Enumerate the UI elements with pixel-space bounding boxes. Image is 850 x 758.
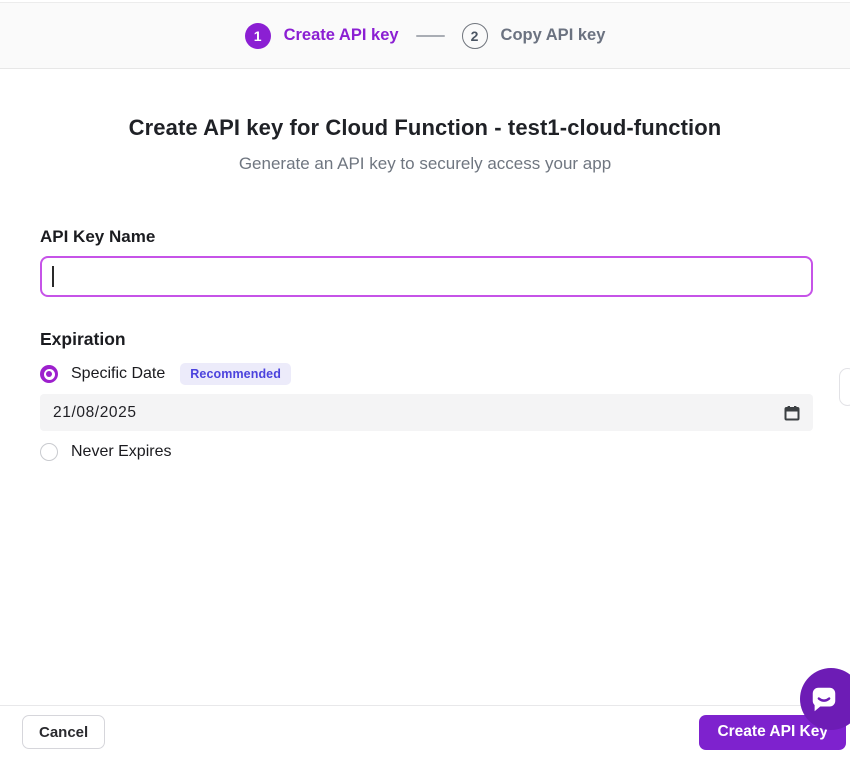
expiration-date-value: 21/08/2025 — [53, 404, 137, 422]
api-key-name-input[interactable] — [40, 256, 813, 297]
footer-bar: Cancel Create API Key — [0, 705, 850, 758]
step-separator — [416, 35, 445, 37]
create-api-key-dialog: { "stepper": { "steps": [ { "number": "1… — [0, 2, 850, 758]
text-caret — [52, 266, 54, 287]
api-key-name-label: API Key Name — [40, 227, 813, 247]
never-expires-radio[interactable] — [40, 443, 58, 461]
step-2-circle: 2 — [462, 23, 488, 49]
stepper: 1 Create API key 2 Copy API key — [0, 2, 850, 69]
cancel-button[interactable]: Cancel — [22, 715, 105, 749]
step-copy-api-key: 2 Copy API key — [462, 23, 606, 49]
expiration-label: Expiration — [40, 329, 813, 350]
step-1-label: Create API key — [284, 26, 399, 45]
chat-bubble-icon — [809, 684, 839, 714]
never-expires-option[interactable]: Never Expires — [40, 443, 813, 461]
edge-peek-tab[interactable] — [839, 368, 850, 406]
calendar-icon[interactable] — [784, 405, 800, 421]
step-1-circle: 1 — [245, 23, 271, 49]
dialog-subtitle: Generate an API key to securely access y… — [0, 154, 850, 174]
specific-date-radio[interactable] — [40, 365, 58, 383]
step-2-label: Copy API key — [501, 26, 606, 45]
never-expires-label: Never Expires — [71, 443, 171, 461]
specific-date-label: Specific Date — [71, 365, 165, 383]
dialog-title: Create API key for Cloud Function - test… — [0, 115, 850, 141]
expiration-date-input[interactable]: 21/08/2025 — [40, 394, 813, 431]
specific-date-option[interactable]: Specific Date Recommended — [40, 363, 813, 385]
recommended-badge: Recommended — [180, 363, 291, 385]
step-create-api-key: 1 Create API key — [245, 23, 399, 49]
form-area: API Key Name Expiration Specific Date Re… — [0, 227, 850, 461]
